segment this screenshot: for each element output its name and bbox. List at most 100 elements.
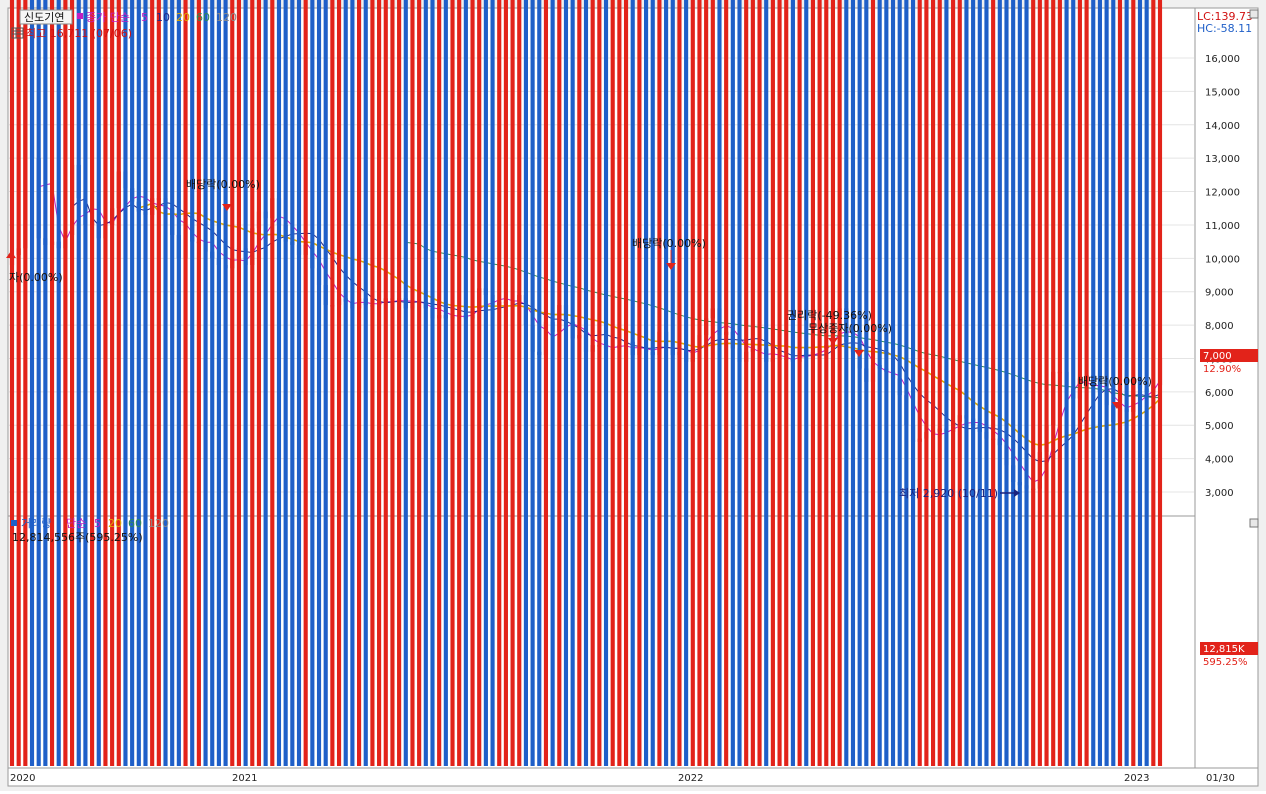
volume-bar bbox=[1064, 0, 1069, 766]
x-label-2023: 2023 bbox=[1124, 773, 1149, 784]
volume-bar bbox=[824, 0, 829, 766]
volume-bar bbox=[830, 0, 836, 766]
price-tick-label: 3,000 bbox=[1205, 488, 1234, 499]
volume-bar bbox=[163, 0, 168, 766]
volume-bar bbox=[1051, 0, 1056, 766]
volume-bar bbox=[497, 0, 502, 766]
volume-bar bbox=[443, 0, 448, 766]
volume-bar bbox=[336, 0, 342, 766]
volume-bar bbox=[623, 0, 629, 766]
ma20-label[interactable]: 20 bbox=[176, 11, 190, 24]
volume-bar bbox=[223, 0, 228, 766]
volume-bar bbox=[437, 0, 442, 766]
volume-bar bbox=[417, 0, 422, 767]
vol-ma120-label[interactable]: 120 bbox=[148, 517, 169, 530]
volume-legend-marker bbox=[11, 520, 17, 526]
volume-bar bbox=[837, 0, 842, 766]
x-label-date: 01/30 bbox=[1206, 773, 1235, 784]
volume-bar bbox=[557, 0, 562, 766]
volume-bar bbox=[677, 0, 682, 766]
hc-value: HC:-58.11 bbox=[1197, 22, 1252, 35]
volume-bar bbox=[470, 0, 475, 766]
vol-ma60-label[interactable]: 60 bbox=[128, 517, 142, 530]
price-badge-value: 7,000 bbox=[1203, 351, 1232, 362]
volume-bar bbox=[183, 0, 188, 766]
volume-bar bbox=[36, 0, 41, 766]
volume-bar bbox=[777, 0, 782, 767]
volume-bar bbox=[150, 0, 155, 766]
volume-bar bbox=[991, 0, 996, 767]
volume-bar bbox=[750, 0, 755, 766]
volume-bar bbox=[630, 0, 635, 766]
x-label-2020: 2020 bbox=[10, 773, 35, 784]
annotation-rights: 권리락(-49.36%) bbox=[787, 309, 872, 322]
volume-bar bbox=[236, 0, 241, 766]
volume-badge-value: 12,815K bbox=[1203, 644, 1245, 655]
volume-bar bbox=[457, 0, 462, 767]
volume-bar bbox=[343, 0, 348, 766]
vol-ma5-label[interactable]: 5 bbox=[94, 517, 101, 530]
volume-bar bbox=[156, 0, 161, 767]
volume-bar bbox=[563, 0, 569, 766]
volume-bar bbox=[984, 0, 989, 766]
volume-bar bbox=[890, 0, 896, 766]
ma60-label[interactable]: 60 bbox=[196, 11, 210, 24]
price-tick-label: 8,000 bbox=[1205, 321, 1234, 332]
volume-bar bbox=[657, 0, 662, 766]
chart-canvas: 3,000 4,000 5,000 6,000 7,000 8,000 9,000 10,00… bbox=[0, 0, 1266, 791]
volume-bar bbox=[483, 0, 488, 766]
volume-bar bbox=[170, 0, 175, 766]
volume-bar bbox=[76, 0, 81, 766]
volume-bar bbox=[924, 0, 929, 766]
volume-bar bbox=[1071, 0, 1076, 766]
volume-bar bbox=[877, 0, 882, 766]
volume-bar bbox=[537, 0, 542, 766]
volume-bar bbox=[870, 0, 876, 766]
ma10-label[interactable]: 10 bbox=[156, 11, 170, 24]
volume-bar bbox=[9, 0, 15, 767]
volume-bar bbox=[49, 0, 55, 766]
x-label-2022: 2022 bbox=[678, 773, 703, 784]
volume-bar bbox=[704, 0, 709, 766]
volume-bar bbox=[350, 0, 355, 766]
volume-bar bbox=[957, 0, 962, 766]
volume-bar bbox=[977, 0, 982, 766]
volume-bar bbox=[550, 0, 555, 766]
volume-bar bbox=[790, 0, 795, 766]
volume-bar bbox=[817, 0, 822, 766]
volume-bar bbox=[884, 0, 889, 766]
price-tick-label: 11,000 bbox=[1205, 221, 1240, 232]
price-tick-label: 14,000 bbox=[1205, 121, 1240, 132]
volume-bar bbox=[737, 0, 742, 766]
volume-bar bbox=[43, 0, 48, 766]
volume-bar bbox=[1024, 0, 1029, 766]
volume-bar bbox=[463, 0, 468, 766]
volume-bar bbox=[757, 0, 762, 767]
price-panel-close-icon[interactable] bbox=[1249, 9, 1259, 19]
annotation-dividend-1: 배당락(0.00%) bbox=[186, 178, 260, 191]
vol-ma20-label[interactable]: 20 bbox=[108, 517, 122, 530]
volume-bar bbox=[710, 0, 715, 766]
volume-current-label: 12,814,556주(595.25%) bbox=[12, 531, 143, 544]
volume-bar bbox=[764, 0, 769, 766]
volume-bar bbox=[63, 0, 68, 767]
volume-bar bbox=[370, 0, 375, 767]
volume-bar bbox=[316, 0, 322, 766]
volume-bar bbox=[176, 0, 181, 766]
volume-panel-close-icon[interactable] bbox=[1249, 518, 1259, 528]
volume-badge-pct: 595.25% bbox=[1203, 657, 1248, 668]
volume-bar bbox=[670, 0, 675, 766]
volume-bar bbox=[230, 0, 235, 766]
volume-bar bbox=[724, 0, 729, 766]
price-tick-label: 10,000 bbox=[1205, 254, 1240, 265]
volume-bar bbox=[864, 0, 869, 766]
volume-bar bbox=[16, 0, 21, 766]
volume-bar bbox=[403, 0, 408, 766]
ma5-label[interactable]: 5 bbox=[141, 11, 148, 24]
volume-bar bbox=[363, 0, 368, 766]
volume-bar bbox=[397, 0, 402, 767]
volume-bar bbox=[263, 0, 268, 766]
volume-bar bbox=[664, 0, 669, 766]
ma120-label[interactable]: 120 bbox=[216, 11, 237, 24]
stock-chart-window: 3,000 4,000 5,000 6,000 7,000 8,000 9,000 10,00… bbox=[0, 0, 1266, 791]
